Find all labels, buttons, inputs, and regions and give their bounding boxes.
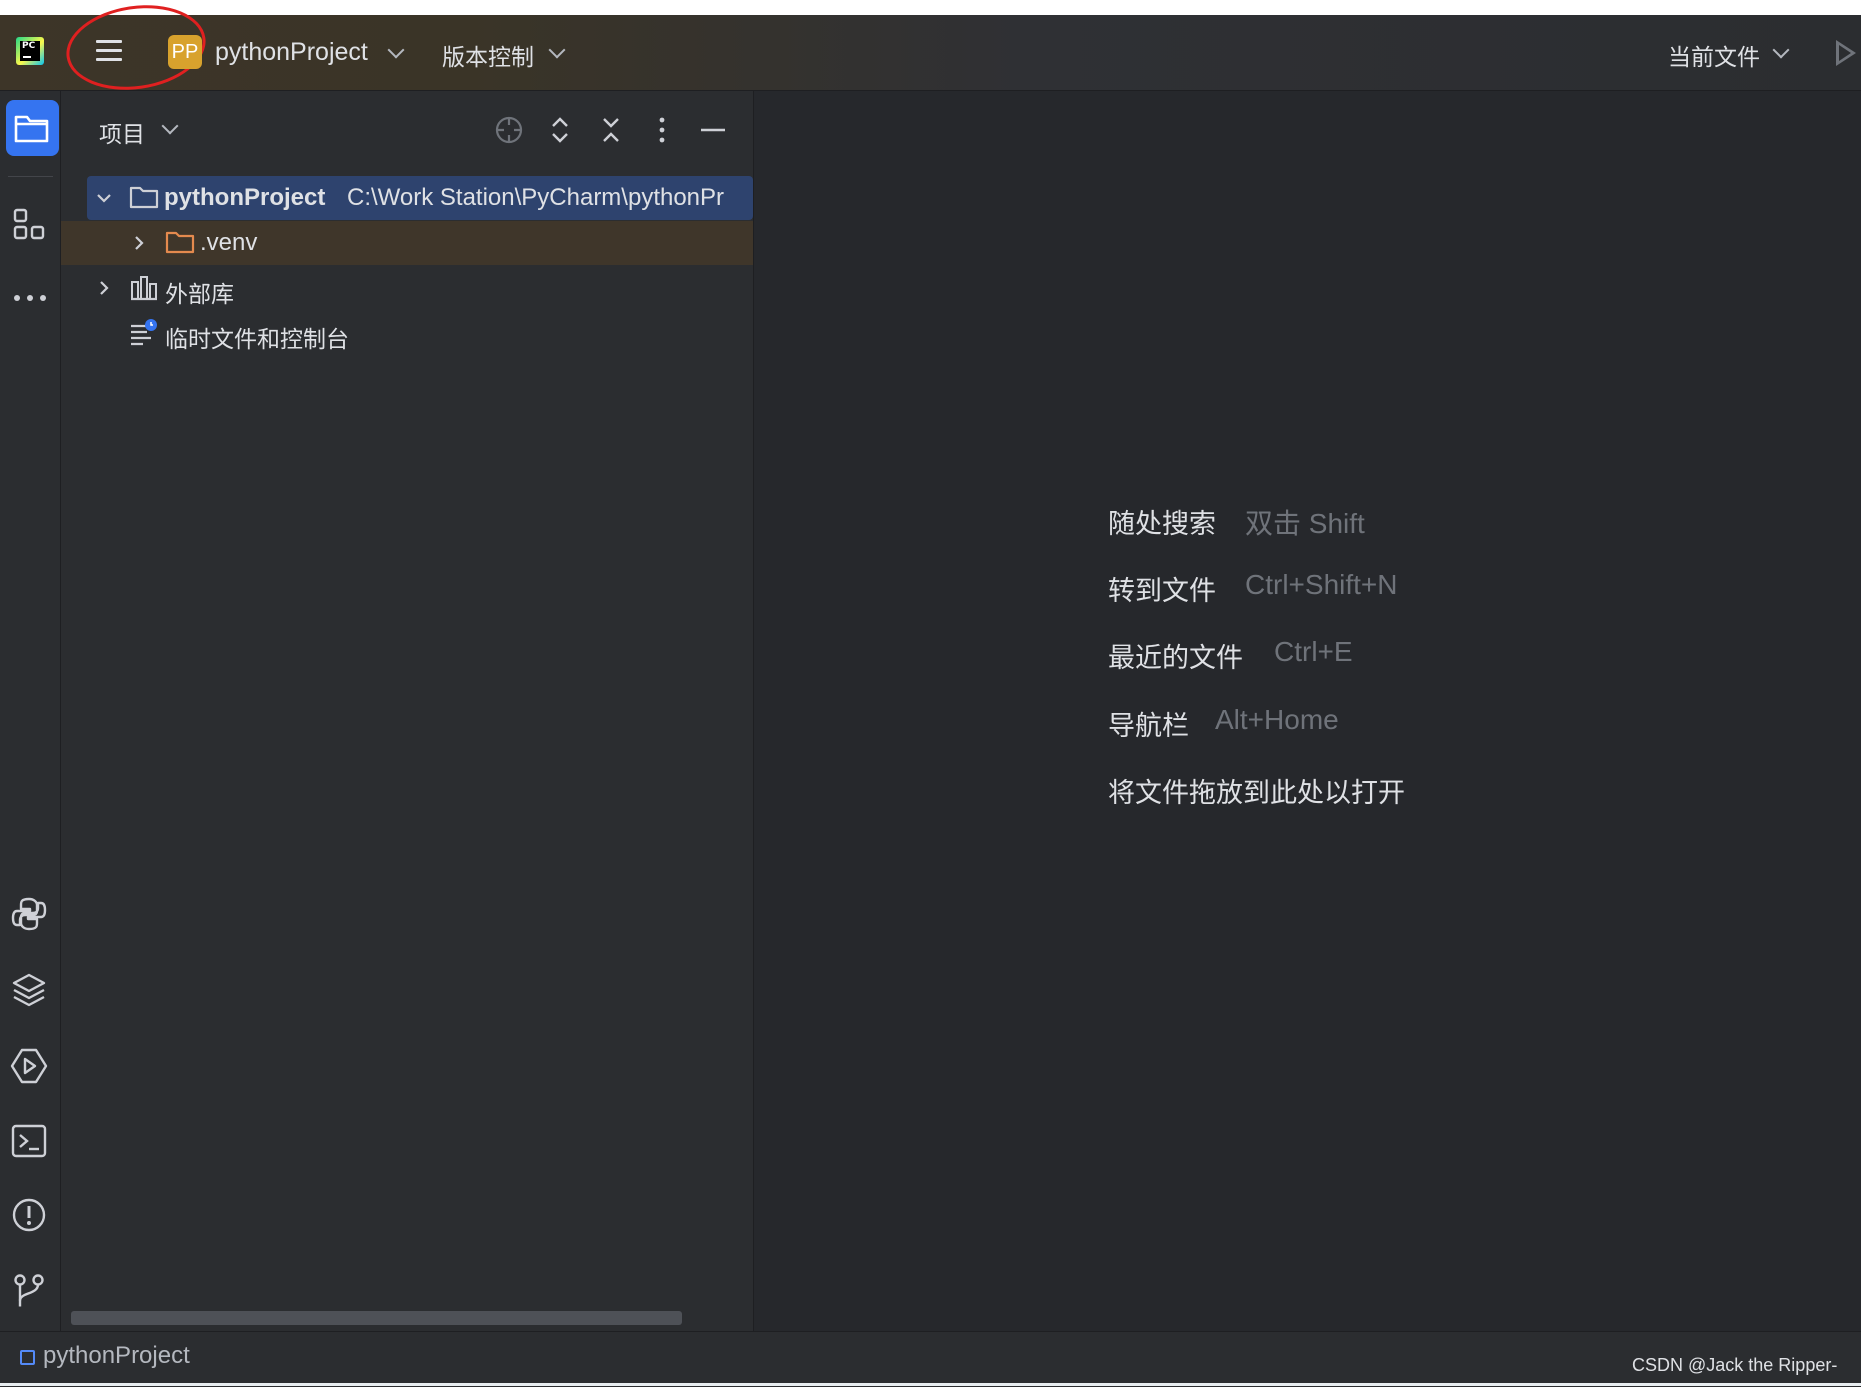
status-breadcrumb[interactable]: pythonProject — [43, 1342, 190, 1370]
services-run-icon[interactable] — [10, 1047, 48, 1085]
hint-drop-files: 将文件拖放到此处以打开 — [1108, 778, 1405, 809]
hint-search-everywhere: 随处搜索 — [1108, 509, 1216, 540]
run-config-selector[interactable]: 当前文件 — [1668, 38, 1760, 72]
scratches-and-consoles[interactable]: 临时文件和控制台 — [165, 320, 349, 354]
watermark-text: CSDN @Jack the Ripper- — [1632, 1355, 1838, 1375]
run-icon-inner — [1839, 45, 1851, 61]
collapse-all-icon[interactable] — [599, 115, 623, 145]
module-square-icon — [20, 1350, 35, 1365]
venv-folder-icon — [165, 231, 195, 254]
root-project-name: pythonProject — [164, 184, 326, 211]
root-folder-icon — [129, 186, 159, 209]
hint-search-everywhere-key: 双击 Shift — [1245, 508, 1365, 539]
hide-panel-icon[interactable] — [700, 115, 726, 145]
tree-collapsed-chevron-icon[interactable] — [130, 234, 148, 252]
scratches-icon — [131, 319, 157, 346]
folder-icon — [14, 115, 49, 143]
project-badge[interactable]: PP — [168, 35, 202, 69]
root-project-path: C:\Work Station\PyCharm\pythonPr — [347, 184, 725, 211]
stripe-separator — [8, 176, 53, 177]
expand-all-icon[interactable] — [548, 115, 572, 145]
hint-goto-file: 转到文件 — [1108, 576, 1216, 607]
project-panel-title[interactable]: 项目 — [99, 115, 145, 149]
more-tools-icon[interactable] — [12, 290, 48, 306]
tree-expanded-chevron-icon[interactable] — [95, 189, 113, 207]
problems-icon[interactable] — [11, 1197, 47, 1233]
tree-collapsed-chevron-icon[interactable] — [95, 279, 113, 297]
project-name[interactable]: pythonProject — [215, 38, 368, 67]
hint-recent-files: 最近的文件 — [1108, 643, 1243, 674]
terminal-icon[interactable] — [11, 1124, 47, 1158]
external-libraries[interactable]: 外部库 — [165, 275, 234, 309]
vcs-menu[interactable]: 版本控制 — [442, 38, 534, 72]
venv-name: .venv — [200, 229, 258, 256]
python-console-icon[interactable] — [11, 896, 47, 932]
git-branch-icon[interactable] — [12, 1272, 46, 1310]
panel-options-icon[interactable] — [656, 115, 668, 145]
structure-icon[interactable] — [13, 208, 47, 242]
library-icon — [131, 276, 157, 301]
status-bar — [0, 1331, 1861, 1387]
screen-top-strip — [0, 0, 1861, 15]
hint-recent-files-key: Ctrl+E — [1274, 636, 1353, 667]
packages-layers-icon[interactable] — [11, 972, 47, 1008]
hint-navigation-bar-key: Alt+Home — [1215, 704, 1339, 735]
hint-navigation-bar: 导航栏 — [1108, 711, 1189, 742]
locate-file-icon[interactable] — [494, 115, 524, 145]
hint-goto-file-key: Ctrl+Shift+N — [1245, 569, 1398, 600]
pycharm-logo-icon: PC — [16, 37, 44, 65]
root-path-clip: C:\Work Station\PyCharm\pythonPr — [347, 184, 752, 212]
horizontal-scrollbar[interactable] — [71, 1311, 682, 1325]
